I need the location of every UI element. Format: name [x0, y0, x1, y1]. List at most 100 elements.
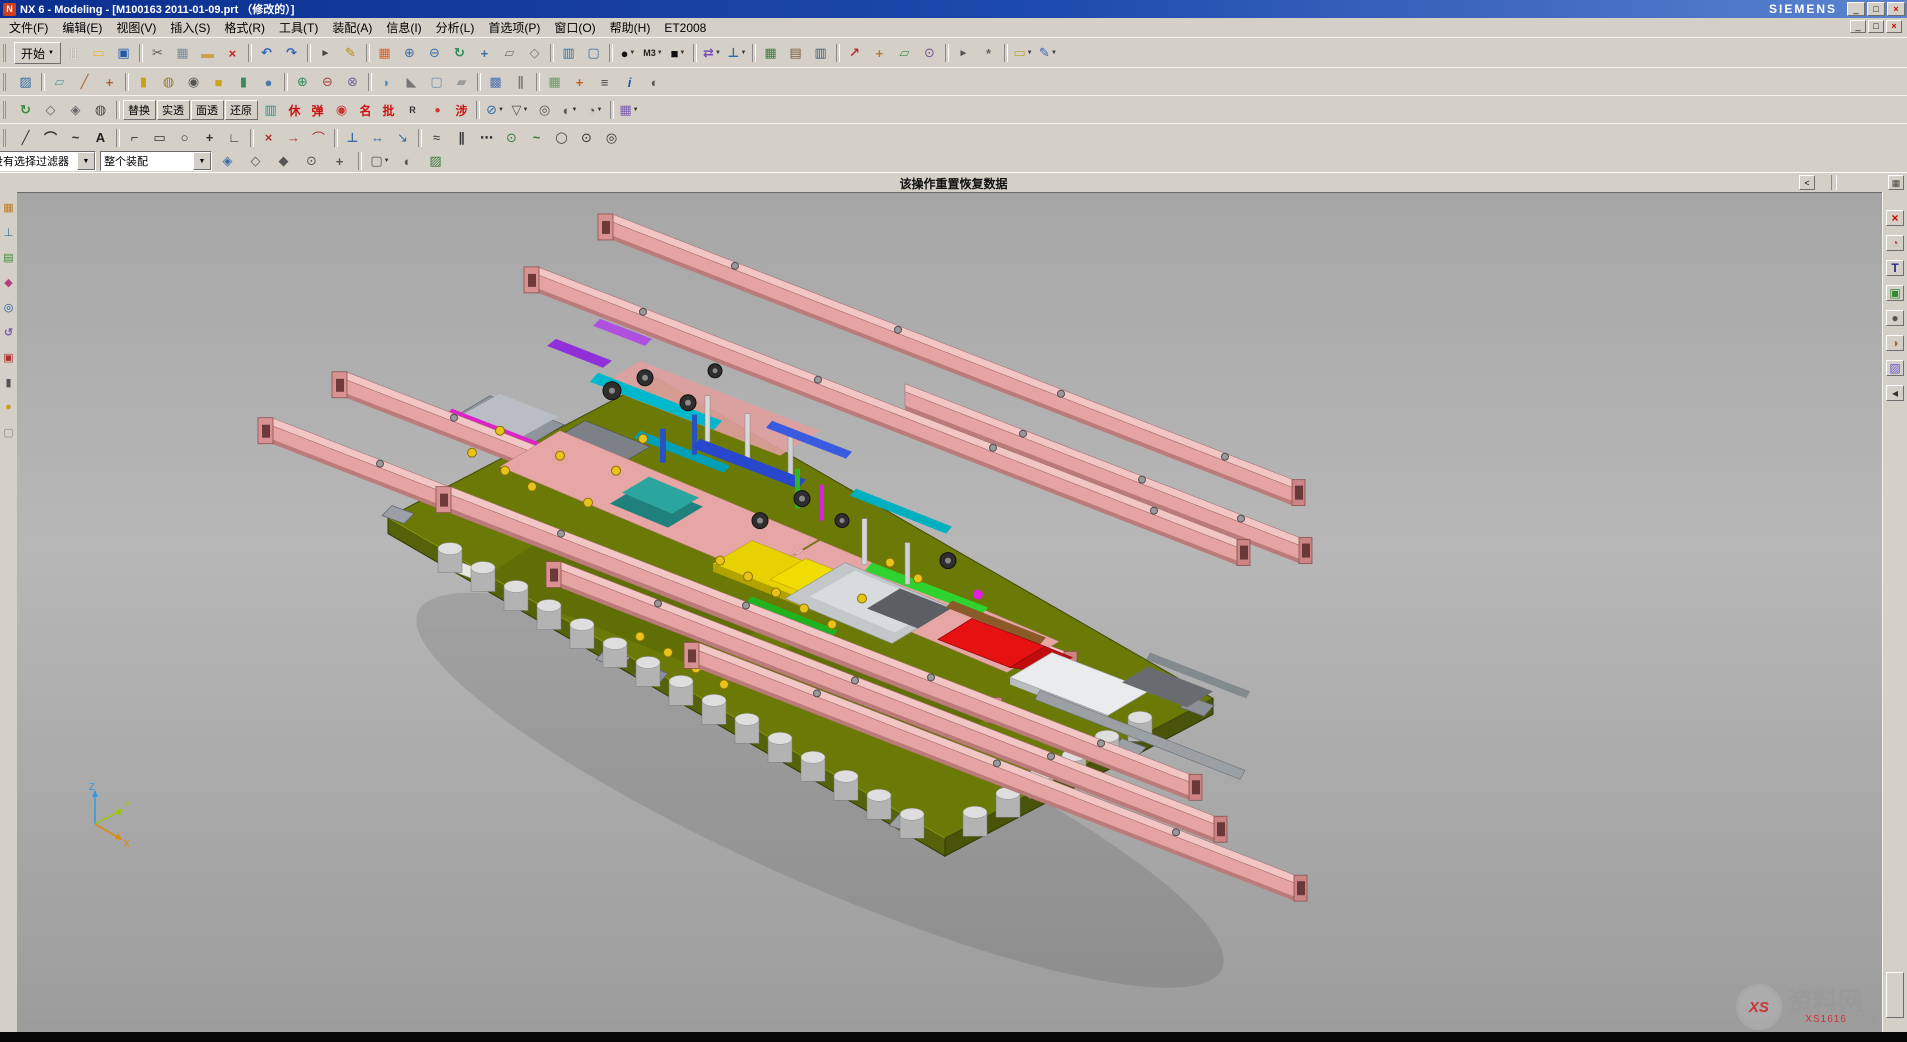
menu-analysis[interactable]: 分析(L) — [429, 18, 482, 37]
sketch-point-icon[interactable]: + — [198, 127, 222, 149]
hidden-line-icon[interactable]: ◈ — [64, 99, 88, 121]
mirror-feature-icon[interactable]: ∥ — [509, 71, 533, 93]
assembly-sequence-icon[interactable]: ▦▼ — [617, 99, 641, 121]
restore-button[interactable]: □ — [1867, 2, 1885, 16]
face-translucent-button[interactable]: 面透 — [191, 100, 224, 120]
chevron-down-icon[interactable]: ▼ — [77, 152, 95, 170]
history-palette-icon[interactable]: ↺ — [2, 325, 16, 339]
mdi-minimize-button[interactable]: _ — [1850, 20, 1866, 33]
menu-insert[interactable]: 插入(S) — [163, 18, 217, 37]
menu-tools[interactable]: 工具(T) — [272, 18, 325, 37]
dock-close-icon[interactable]: × — [1886, 210, 1904, 226]
cylinder-icon[interactable]: ▮ — [232, 71, 256, 93]
replace-refset-button[interactable]: 替换 — [123, 100, 156, 120]
object-info-icon[interactable]: i — [618, 71, 642, 93]
quick-trim-icon[interactable]: × — [257, 127, 281, 149]
mdi-close-button[interactable]: × — [1886, 20, 1902, 33]
collapse-dock-icon[interactable]: ◂ — [1886, 385, 1904, 401]
copy-icon[interactable]: ▦ — [171, 42, 195, 64]
zoom-out-icon[interactable]: ⊖ — [423, 42, 447, 64]
chevron-down-icon[interactable]: ▼ — [193, 152, 211, 170]
display-update-icon[interactable]: ↻ — [14, 99, 38, 121]
circle-center-icon[interactable]: ⊙ — [575, 127, 599, 149]
datum-csys-icon[interactable]: + — [98, 71, 122, 93]
quick-extend-icon[interactable]: → — [282, 127, 306, 149]
rp-tool-icon[interactable]: R — [401, 99, 425, 121]
process-studio-icon[interactable]: ▮ — [2, 375, 16, 389]
sphere-icon[interactable]: ● — [257, 71, 281, 93]
layer-settings-icon[interactable]: ≡ — [593, 71, 617, 93]
menu-window[interactable]: 窗口(O) — [547, 18, 602, 37]
component-filter-icon[interactable]: ▽▼ — [508, 99, 532, 121]
web-browser-icon[interactable]: ◎ — [2, 300, 16, 314]
visual-effects-icon[interactable]: ◑ — [1886, 335, 1904, 351]
clearance-analysis-icon[interactable]: ⊘▼ — [483, 99, 507, 121]
constraint-icon[interactable]: ⊥ — [341, 127, 365, 149]
wcs-dynamics-icon[interactable]: + — [568, 71, 592, 93]
red-target-icon[interactable]: ◉ — [330, 99, 354, 121]
measure-distance-icon[interactable]: ▭▼ — [1011, 42, 1035, 64]
pattern-curve-icon[interactable]: ⋯ — [475, 127, 499, 149]
snap-point-icon[interactable]: ⊙ — [918, 42, 942, 64]
close-button[interactable]: × — [1887, 2, 1905, 16]
mdi-restore-button[interactable]: □ — [1868, 20, 1884, 33]
region-select-icon[interactable]: ▢▼ — [368, 150, 392, 172]
minimize-button[interactable]: _ — [1847, 2, 1865, 16]
ellipse-icon[interactable]: ◯ — [550, 127, 574, 149]
prompt-splitter[interactable] — [1831, 175, 1837, 190]
sketch-text-icon[interactable]: A — [89, 127, 113, 149]
undo-icon[interactable]: ↶ — [255, 42, 279, 64]
snap-point-toggle-icon[interactable]: ◈ — [216, 150, 240, 172]
unite-icon[interactable]: ⊕ — [291, 71, 315, 93]
new-window-icon[interactable]: ▢ — [582, 42, 606, 64]
make-corner-icon[interactable]: ∟ — [223, 127, 247, 149]
red-dot-icon[interactable]: ● — [426, 99, 450, 121]
background-black-icon[interactable]: ■▼ — [666, 42, 690, 64]
point-dialog-icon[interactable]: + — [868, 42, 892, 64]
line-icon[interactable]: ╱ — [14, 127, 38, 149]
open-folder-icon[interactable]: ▭ — [87, 42, 111, 64]
title-bar[interactable]: N NX 6 - Modeling - [M100163 2011-01-09.… — [0, 0, 1907, 18]
revolve-icon[interactable]: ◍ — [157, 71, 181, 93]
view-mode-m3-icon[interactable]: M3▼ — [641, 42, 665, 64]
text-tools-icon[interactable]: T — [1886, 260, 1904, 276]
section-bars-icon[interactable]: ▥ — [259, 99, 283, 121]
datum-plane-icon[interactable]: ▱ — [48, 71, 72, 93]
projected-curve-icon[interactable]: ~ — [525, 127, 549, 149]
menu-et2008[interactable]: ET2008 — [657, 20, 713, 36]
arc-3pt-icon[interactable]: ◎ — [600, 127, 624, 149]
select-filter-icon[interactable]: ► — [952, 42, 976, 64]
edge-blend-icon[interactable]: ◗ — [375, 71, 399, 93]
rotate-view-icon[interactable]: ↻ — [448, 42, 472, 64]
block-icon[interactable]: ■ — [207, 71, 231, 93]
arc-icon[interactable]: ⌒ — [39, 127, 63, 149]
materials-icon[interactable]: ▣ — [2, 350, 16, 364]
menu-assemblies[interactable]: 装配(A) — [325, 18, 379, 37]
rectangle-icon[interactable]: ▭ — [148, 127, 172, 149]
render-tools-icon[interactable]: ◔ — [1886, 235, 1904, 251]
material-cube-icon[interactable]: ▣ — [1886, 285, 1904, 301]
part-navigator-icon[interactable]: ▤ — [2, 250, 16, 264]
selection-filter-combo[interactable]: 没有选择过滤器 ▼ — [0, 151, 96, 171]
endpoint-snap-icon[interactable]: ◇ — [244, 150, 268, 172]
paste-icon[interactable]: ▬ — [196, 42, 220, 64]
instance-geometry-icon[interactable]: ▦ — [543, 71, 567, 93]
assembly-constraint-icon[interactable]: ⊥▼ — [725, 42, 749, 64]
selection-scope-combo[interactable]: 整个装配 ▼ — [100, 151, 212, 171]
delete-icon[interactable]: × — [221, 42, 245, 64]
spring-button[interactable]: 弹 — [307, 99, 329, 121]
name-button[interactable]: 名 — [355, 99, 377, 121]
start-menu-button[interactable]: 开始 ▼ — [14, 42, 61, 64]
vertical-scrollbar-thumb[interactable] — [1886, 972, 1904, 1018]
center-snap-icon[interactable]: ⊙ — [300, 150, 324, 172]
component-visibility-icon[interactable]: ◔▼ — [583, 99, 607, 121]
menu-preferences[interactable]: 首选项(P) — [481, 18, 547, 37]
pattern-feature-icon[interactable]: ▩ — [484, 71, 508, 93]
midpoint-snap-icon[interactable]: ◆ — [272, 150, 296, 172]
selection-arrow-icon[interactable]: ► — [314, 42, 338, 64]
menu-format[interactable]: 格式(R) — [217, 18, 272, 37]
preferences-gear-icon[interactable]: * — [977, 42, 1001, 64]
shaded-display-icon[interactable]: ◍ — [89, 99, 113, 121]
touch-panel-icon[interactable]: ▢ — [2, 425, 16, 439]
dimension-icon[interactable]: ↔ — [366, 127, 390, 149]
